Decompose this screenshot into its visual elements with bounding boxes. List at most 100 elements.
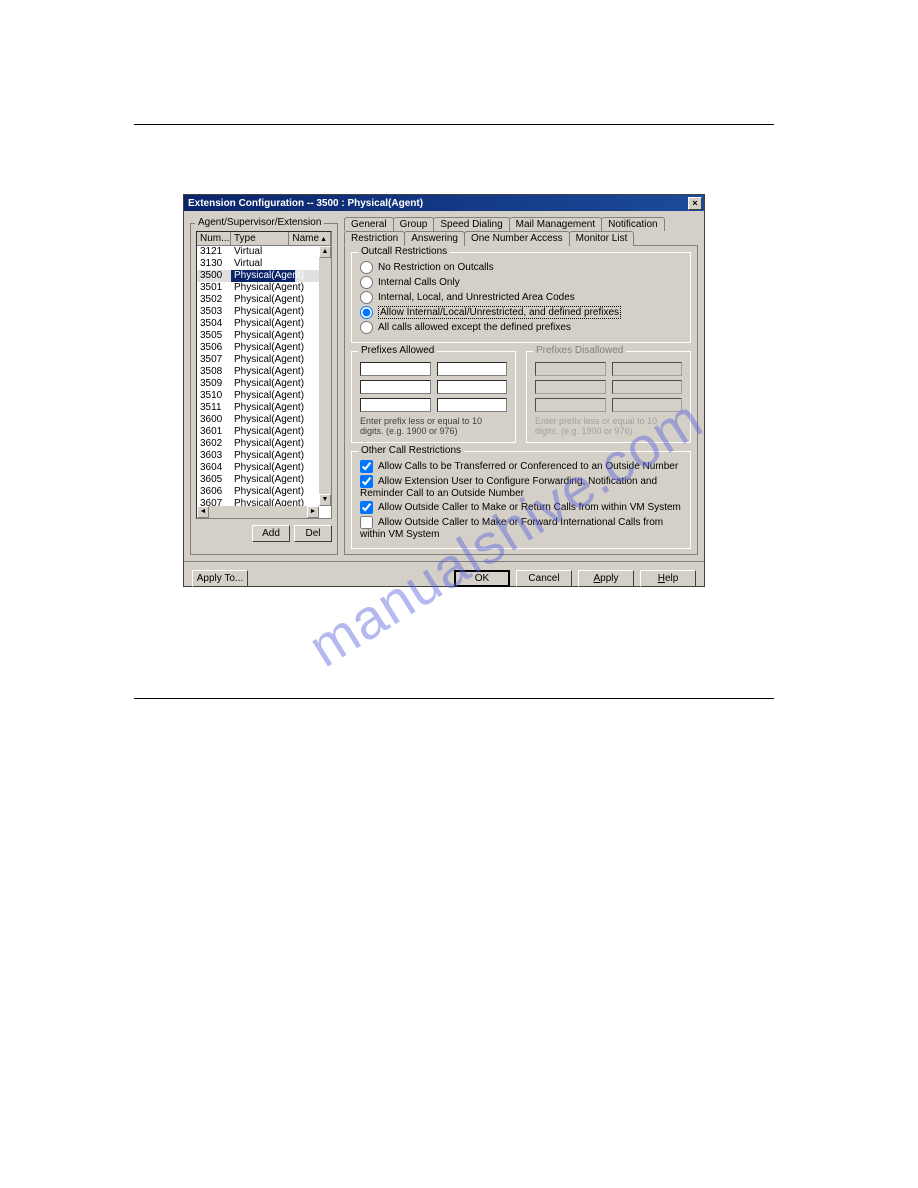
row-num: 3503 bbox=[197, 306, 231, 318]
list-row[interactable]: 3502Physical(Agent) bbox=[197, 294, 331, 306]
tab-body-restriction: Outcall Restrictions No Restriction on O… bbox=[344, 245, 698, 555]
scrollbar-horizontal[interactable]: ◄ ► bbox=[197, 506, 319, 518]
row-type: Physical(Agent) bbox=[231, 318, 295, 330]
other-restriction-1[interactable]: Allow Extension User to Configure Forwar… bbox=[360, 475, 682, 499]
row-num: 3504 bbox=[197, 318, 231, 330]
list-row[interactable]: 3504Physical(Agent) bbox=[197, 318, 331, 330]
prefix-disallowed-4 bbox=[612, 380, 683, 394]
prefix-allowed-5[interactable] bbox=[360, 398, 431, 412]
list-row[interactable]: 3121Virtual bbox=[197, 246, 331, 258]
tab-one-number-access[interactable]: One Number Access bbox=[464, 231, 570, 246]
tab-notification[interactable]: Notification bbox=[601, 217, 664, 231]
extension-listview[interactable]: Num... Type Name▲ 3121Virtual3130Virtual… bbox=[196, 231, 332, 519]
outcall-restrictions-group: Outcall Restrictions No Restriction on O… bbox=[351, 252, 691, 343]
tab-monitor-list[interactable]: Monitor List bbox=[569, 231, 635, 246]
header-name[interactable]: Name▲ bbox=[289, 232, 331, 245]
row-type: Physical(Agent) bbox=[231, 378, 295, 390]
row-num: 3600 bbox=[197, 414, 231, 426]
prefixes-allowed-group: Prefixes Allowed Enter prefix less o bbox=[351, 351, 516, 443]
row-num: 3606 bbox=[197, 486, 231, 498]
extension-list-group: Agent/Supervisor/Extension Num... Type N… bbox=[190, 223, 338, 555]
row-num: 3601 bbox=[197, 426, 231, 438]
tab-restriction[interactable]: Restriction bbox=[344, 231, 405, 246]
list-row[interactable]: 3605Physical(Agent) bbox=[197, 474, 331, 486]
scrollbar-vertical[interactable]: ▲ ▼ bbox=[319, 246, 331, 506]
row-num: 3511 bbox=[197, 402, 231, 414]
row-num: 3506 bbox=[197, 342, 231, 354]
row-type: Physical(Agent) bbox=[231, 450, 295, 462]
row-type: Physical(Agent) bbox=[231, 294, 295, 306]
apply-to-button[interactable]: Apply To... bbox=[192, 570, 248, 587]
tab-speed-dialing[interactable]: Speed Dialing bbox=[433, 217, 509, 231]
outcall-option-2[interactable]: Internal, Local, and Unrestricted Area C… bbox=[360, 291, 682, 304]
list-row[interactable]: 3602Physical(Agent) bbox=[197, 438, 331, 450]
prefixes-allowed-legend: Prefixes Allowed bbox=[358, 345, 437, 356]
window-title: Extension Configuration -- 3500 : Physic… bbox=[186, 198, 688, 209]
row-num: 3605 bbox=[197, 474, 231, 486]
tab-general[interactable]: General bbox=[344, 217, 394, 231]
prefix-allowed-6[interactable] bbox=[437, 398, 508, 412]
row-type: Physical(Agent) bbox=[231, 306, 295, 318]
row-num: 3502 bbox=[197, 294, 231, 306]
other-legend: Other Call Restrictions bbox=[358, 445, 464, 456]
list-row[interactable]: 3510Physical(Agent) bbox=[197, 390, 331, 402]
list-row[interactable]: 3509Physical(Agent) bbox=[197, 378, 331, 390]
scroll-up-icon[interactable]: ▲ bbox=[319, 246, 331, 258]
scroll-right-icon[interactable]: ► bbox=[307, 506, 319, 518]
outcall-option-1[interactable]: Internal Calls Only bbox=[360, 276, 682, 289]
list-row[interactable]: 3503Physical(Agent) bbox=[197, 306, 331, 318]
list-row[interactable]: 3505Physical(Agent) bbox=[197, 330, 331, 342]
outcall-option-3[interactable]: Allow Internal/Local/Unrestricted, and d… bbox=[360, 306, 682, 319]
row-type: Physical(Agent) bbox=[231, 390, 295, 402]
cancel-button[interactable]: Cancel bbox=[516, 570, 572, 587]
row-type: Physical(Agent) bbox=[231, 462, 295, 474]
del-button[interactable]: Del bbox=[294, 525, 332, 542]
sort-up-icon: ▲ bbox=[320, 236, 327, 243]
prefix-allowed-4[interactable] bbox=[437, 380, 508, 394]
list-row[interactable]: 3506Physical(Agent) bbox=[197, 342, 331, 354]
add-button[interactable]: Add bbox=[252, 525, 290, 542]
outcall-option-0[interactable]: No Restriction on Outcalls bbox=[360, 261, 682, 274]
header-type[interactable]: Type bbox=[231, 232, 289, 245]
extension-list-caption: Agent/Supervisor/Extension bbox=[195, 217, 324, 228]
close-icon[interactable]: × bbox=[688, 197, 702, 210]
prefix-allowed-1[interactable] bbox=[360, 362, 431, 376]
tab-group[interactable]: Group bbox=[393, 217, 435, 231]
scroll-down-icon[interactable]: ▼ bbox=[319, 494, 331, 506]
help-button[interactable]: Help bbox=[640, 570, 696, 587]
list-row[interactable]: 3130Virtual bbox=[197, 258, 331, 270]
row-type: Physical(Agent) bbox=[231, 366, 295, 378]
list-row[interactable]: 3603Physical(Agent) bbox=[197, 450, 331, 462]
list-row[interactable]: 3511Physical(Agent) bbox=[197, 402, 331, 414]
list-row[interactable]: 3508Physical(Agent) bbox=[197, 366, 331, 378]
other-call-restrictions-group: Other Call Restrictions Allow Calls to b… bbox=[351, 451, 691, 549]
list-row[interactable]: 3501Physical(Agent) bbox=[197, 282, 331, 294]
scroll-left-icon[interactable]: ◄ bbox=[197, 506, 209, 518]
list-row[interactable]: 3604Physical(Agent) bbox=[197, 462, 331, 474]
row-num: 3500 bbox=[197, 270, 231, 282]
outcall-option-4[interactable]: All calls allowed except the defined pre… bbox=[360, 321, 682, 334]
row-num: 3603 bbox=[197, 450, 231, 462]
row-type: Physical(Agent) bbox=[231, 486, 295, 498]
listview-header[interactable]: Num... Type Name▲ bbox=[197, 232, 331, 246]
tab-mail-management[interactable]: Mail Management bbox=[509, 217, 602, 231]
prefix-allowed-2[interactable] bbox=[437, 362, 508, 376]
prefix-allowed-3[interactable] bbox=[360, 380, 431, 394]
list-row[interactable]: 3500Physical(Agent) bbox=[197, 270, 331, 282]
other-restriction-2[interactable]: Allow Outside Caller to Make or Return C… bbox=[360, 501, 682, 514]
row-type: Physical(Agent) bbox=[231, 438, 295, 450]
ok-button[interactable]: OK bbox=[454, 570, 510, 587]
list-row[interactable]: 3507Physical(Agent) bbox=[197, 354, 331, 366]
titlebar: Extension Configuration -- 3500 : Physic… bbox=[184, 195, 704, 211]
list-row[interactable]: 3606Physical(Agent) bbox=[197, 486, 331, 498]
tab-answering[interactable]: Answering bbox=[404, 231, 465, 246]
other-restriction-3[interactable]: Allow Outside Caller to Make or Forward … bbox=[360, 516, 682, 540]
other-restriction-0[interactable]: Allow Calls to be Transferred or Confere… bbox=[360, 460, 682, 473]
prefixes-disallowed-group: Prefixes Disallowed Enter prefix les bbox=[526, 351, 691, 443]
row-type: Physical(Agent) bbox=[231, 282, 295, 294]
apply-button[interactable]: Apply bbox=[578, 570, 634, 587]
row-type: Physical(Agent) bbox=[231, 402, 295, 414]
header-num[interactable]: Num... bbox=[197, 232, 231, 245]
list-row[interactable]: 3600Physical(Agent) bbox=[197, 414, 331, 426]
list-row[interactable]: 3601Physical(Agent) bbox=[197, 426, 331, 438]
